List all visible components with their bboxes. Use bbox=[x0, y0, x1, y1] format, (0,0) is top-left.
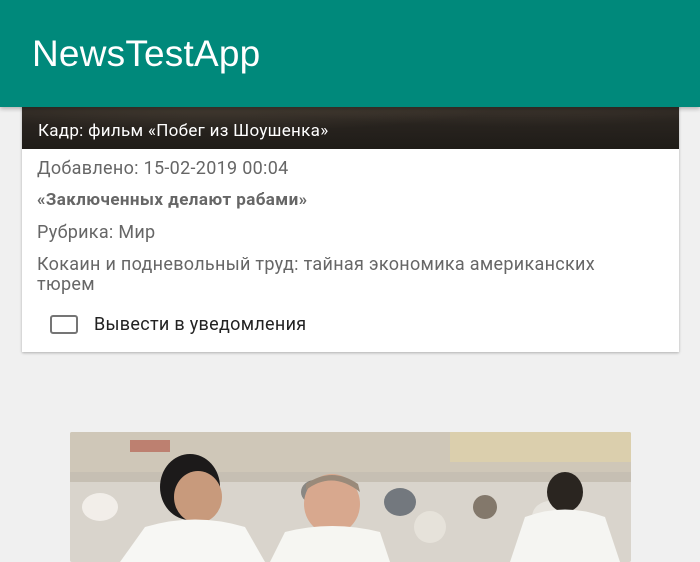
added-date: Добавлено: 15-02-2019 00:04 bbox=[37, 158, 289, 179]
news-description: Кокаин и подневольный труд: тайная эконо… bbox=[37, 254, 595, 295]
notify-label: Вывести в уведомления bbox=[94, 313, 307, 335]
app-bar: NewsTestApp bbox=[0, 0, 700, 107]
image-caption: Кадр: фильм «Побег из Шоушенка» bbox=[38, 121, 329, 141]
app-title: NewsTestApp bbox=[32, 33, 261, 74]
news-card-next[interactable] bbox=[70, 432, 631, 562]
news-photo bbox=[70, 432, 631, 562]
news-card[interactable]: Кадр: фильм «Побег из Шоушенка» Добавлен… bbox=[22, 80, 679, 352]
notify-checkbox-row[interactable]: Вывести в уведомления bbox=[50, 311, 306, 337]
notify-checkbox[interactable] bbox=[50, 314, 78, 334]
news-rubric: Рубрика: Мир bbox=[37, 222, 156, 243]
news-headline: «Заключенных делают рабами» bbox=[37, 190, 308, 210]
